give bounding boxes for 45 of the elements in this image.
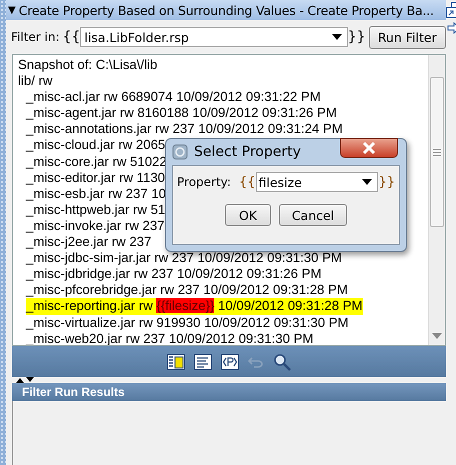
property-dropdown[interactable]: filesize (256, 172, 378, 192)
listing-line: _misc-web20.jar rw 237 10/09/2012 09:31:30 PM (26, 330, 314, 345)
filter-label: Filter in: (11, 30, 60, 44)
search-icon[interactable] (273, 352, 291, 370)
listing-line: _misc-annotations.jar rw 237 10/09/2012 09:31:24 PM (26, 121, 343, 138)
panel-title: Create Property Based on Surrounding Values - Create Property Ba... (18, 2, 434, 18)
run-filter-button[interactable]: Run Filter (368, 26, 446, 48)
results-title: Filter Run Results (22, 385, 125, 399)
listing-line: _misc-acl.jar rw 6689074 10/09/2012 09:31:22 PM (26, 89, 321, 106)
folder-line: lib/ rw (18, 73, 52, 90)
app-icon (172, 144, 188, 160)
listing-line: _misc-pfcorebridge.jar rw 237 10/09/2012 09:31:28 PM (26, 282, 348, 298)
scroll-down-icon[interactable] (432, 333, 442, 339)
listing-line: _misc-j2ee.jar rw 237 (26, 234, 152, 250)
scrollbar[interactable] (428, 55, 445, 345)
caret-icon (362, 179, 372, 185)
open-braces: {{ (62, 29, 80, 45)
ok-button[interactable]: OK (225, 204, 271, 226)
listing-line: _misc-httpweb.jar rw 51 (26, 202, 166, 218)
document-icon[interactable] (194, 354, 212, 370)
listing-line: _misc-jdbridge.jar rw 237 10/09/2012 09:31:26 PM (26, 266, 322, 282)
layout-icon[interactable] (167, 354, 185, 370)
collapse-toggle[interactable]: ▼ (8, 4, 16, 16)
listing-line: _misc-jdbc-sim-jar.jar rw 237 10/09/2012 09:31:30 PM (26, 250, 342, 266)
splitter-arrows-icon[interactable] (16, 377, 34, 383)
listing-line: _misc-agent.jar rw 8160188 10/09/2012 09:31:26 PM (26, 105, 337, 122)
listing-line: _misc-virtualize.jar rw 919930 10/09/2012 09:31:30 PM (26, 314, 349, 331)
close-braces: }} (378, 174, 395, 190)
filter-dropdown[interactable]: lisa.LibFolder.rsp (80, 27, 348, 47)
listing-line: _misc-editor.jar rw 1130 (26, 170, 166, 186)
listing-line: _misc-esb.jar rw 237 10 (26, 186, 166, 202)
grip-icon (433, 148, 441, 156)
caret-icon (332, 34, 342, 40)
close-icon (362, 142, 376, 154)
listing-line: _misc-core.jar rw 51022 (26, 154, 167, 170)
listing-line: _misc-invoke.jar rw 237 (26, 218, 165, 234)
listing-line: _misc-cloud.jar rw 2065 (26, 137, 166, 154)
close-button[interactable] (340, 138, 398, 158)
property-tag-icon[interactable] (221, 354, 239, 370)
cancel-button[interactable]: Cancel (279, 204, 347, 226)
snapshot-line: Snapshot of: C:\Lisa\/lib (18, 57, 158, 74)
property-label: Property: (177, 175, 231, 189)
open-braces: {{ (238, 174, 256, 190)
dialog-title: Select Property (194, 144, 301, 160)
close-braces: }} (348, 29, 366, 45)
